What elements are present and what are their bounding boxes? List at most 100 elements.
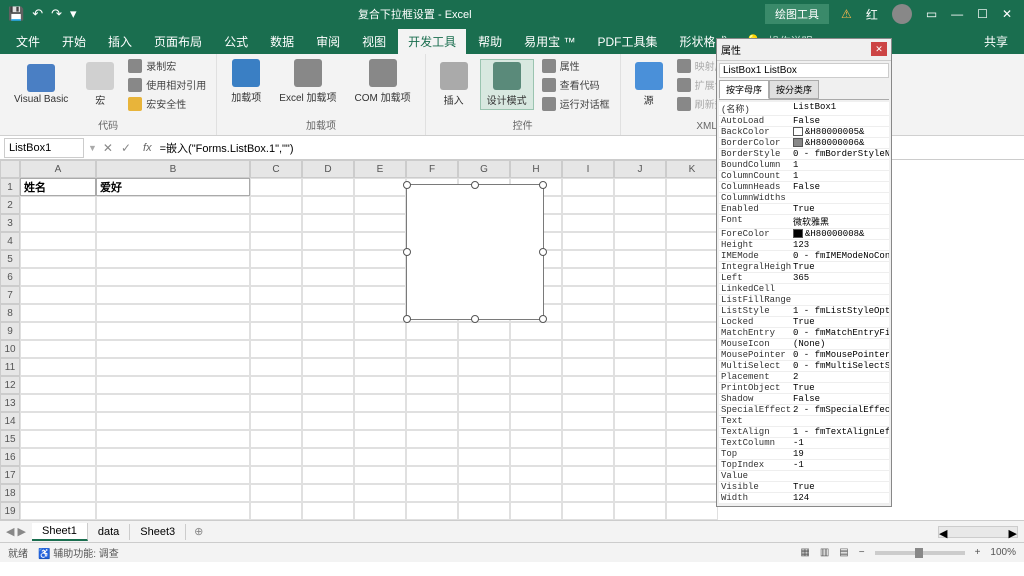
- undo-icon[interactable]: ↶: [32, 6, 43, 22]
- row-header[interactable]: 2: [0, 196, 20, 214]
- cell[interactable]: [614, 394, 666, 412]
- cell[interactable]: [406, 322, 458, 340]
- namebox-dropdown-icon[interactable]: ▼: [88, 143, 97, 153]
- cell[interactable]: [510, 466, 562, 484]
- row-header[interactable]: 1: [0, 178, 20, 196]
- cell[interactable]: [96, 250, 250, 268]
- row-header[interactable]: 17: [0, 466, 20, 484]
- row-header[interactable]: 15: [0, 430, 20, 448]
- excel-addins-button[interactable]: Excel 加载项: [273, 57, 342, 106]
- cell[interactable]: [614, 232, 666, 250]
- property-row[interactable]: TextColumn-1: [719, 438, 889, 449]
- cell[interactable]: [20, 430, 96, 448]
- cell[interactable]: [302, 340, 354, 358]
- cell[interactable]: [302, 196, 354, 214]
- view-break-icon[interactable]: ▤: [839, 547, 848, 558]
- property-row[interactable]: TextAlign1 - fmTextAlignLeft: [719, 427, 889, 438]
- cell[interactable]: [96, 322, 250, 340]
- cell[interactable]: [458, 448, 510, 466]
- resize-handle-s[interactable]: [471, 315, 479, 323]
- cell[interactable]: [510, 430, 562, 448]
- property-row[interactable]: MousePointer0 - fmMousePointerDef: [719, 350, 889, 361]
- cell[interactable]: [666, 466, 718, 484]
- cell[interactable]: [20, 394, 96, 412]
- cell[interactable]: [406, 376, 458, 394]
- cell[interactable]: [354, 178, 406, 196]
- cell[interactable]: [666, 394, 718, 412]
- column-header[interactable]: D: [302, 160, 354, 178]
- cell[interactable]: [96, 286, 250, 304]
- cell[interactable]: [666, 502, 718, 520]
- property-row[interactable]: Font微软雅黑: [719, 215, 889, 229]
- cell[interactable]: [96, 394, 250, 412]
- cell[interactable]: [614, 250, 666, 268]
- row-header[interactable]: 3: [0, 214, 20, 232]
- cell[interactable]: [614, 466, 666, 484]
- row-header[interactable]: 8: [0, 304, 20, 322]
- cell[interactable]: [614, 358, 666, 376]
- property-row[interactable]: ColumnHeadsFalse: [719, 182, 889, 193]
- cell[interactable]: [562, 214, 614, 232]
- macros-button[interactable]: 宏: [80, 60, 120, 109]
- resize-handle-ne[interactable]: [539, 181, 547, 189]
- cell[interactable]: [354, 304, 406, 322]
- cell[interactable]: [96, 232, 250, 250]
- property-row[interactable]: AutoLoadFalse: [719, 116, 889, 127]
- cell[interactable]: [20, 466, 96, 484]
- row-header[interactable]: 10: [0, 340, 20, 358]
- maximize-icon[interactable]: ☐: [977, 7, 988, 21]
- cell[interactable]: [302, 358, 354, 376]
- cell[interactable]: [354, 340, 406, 358]
- cell[interactable]: [250, 232, 302, 250]
- cell[interactable]: [458, 466, 510, 484]
- cell[interactable]: [562, 232, 614, 250]
- cell[interactable]: [20, 214, 96, 232]
- cell[interactable]: [614, 268, 666, 286]
- tab-view[interactable]: 视图: [352, 29, 396, 54]
- cell[interactable]: [302, 394, 354, 412]
- cell[interactable]: [96, 196, 250, 214]
- row-header[interactable]: 11: [0, 358, 20, 376]
- property-row[interactable]: ShadowFalse: [719, 394, 889, 405]
- cell[interactable]: [458, 502, 510, 520]
- add-sheet-button[interactable]: ⊕: [186, 525, 211, 538]
- cell[interactable]: [96, 358, 250, 376]
- cell[interactable]: [458, 322, 510, 340]
- cell[interactable]: [614, 484, 666, 502]
- cell[interactable]: [96, 340, 250, 358]
- cell[interactable]: [458, 484, 510, 502]
- tab-formulas[interactable]: 公式: [214, 29, 258, 54]
- cell[interactable]: [20, 340, 96, 358]
- cell[interactable]: [562, 430, 614, 448]
- select-all-corner[interactable]: [0, 160, 20, 178]
- cell[interactable]: [250, 268, 302, 286]
- property-row[interactable]: ColumnCount1: [719, 171, 889, 182]
- share-button[interactable]: 共享: [974, 33, 1018, 50]
- cell[interactable]: [614, 196, 666, 214]
- cell[interactable]: 姓名: [20, 178, 96, 196]
- sheet-tab-2[interactable]: data: [88, 524, 130, 540]
- cell[interactable]: [562, 250, 614, 268]
- property-row[interactable]: Left365: [719, 273, 889, 284]
- cell[interactable]: [20, 358, 96, 376]
- property-row[interactable]: IMEMode0 - fmIMEModeNoContro: [719, 251, 889, 262]
- cell[interactable]: [302, 304, 354, 322]
- cell[interactable]: [562, 448, 614, 466]
- cell[interactable]: [20, 322, 96, 340]
- cell[interactable]: [20, 286, 96, 304]
- cell[interactable]: [250, 250, 302, 268]
- cell[interactable]: [666, 448, 718, 466]
- cell[interactable]: [614, 340, 666, 358]
- cell[interactable]: [250, 502, 302, 520]
- cell[interactable]: [354, 376, 406, 394]
- cell[interactable]: [250, 466, 302, 484]
- cell[interactable]: [250, 196, 302, 214]
- ribbon-options-icon[interactable]: ▭: [926, 7, 937, 21]
- tab-home[interactable]: 开始: [52, 29, 96, 54]
- tab-file[interactable]: 文件: [6, 29, 50, 54]
- cell[interactable]: [562, 304, 614, 322]
- cell[interactable]: [302, 412, 354, 430]
- save-icon[interactable]: 💾: [8, 6, 24, 22]
- properties-close-button[interactable]: ✕: [871, 42, 887, 56]
- resize-handle-w[interactable]: [403, 248, 411, 256]
